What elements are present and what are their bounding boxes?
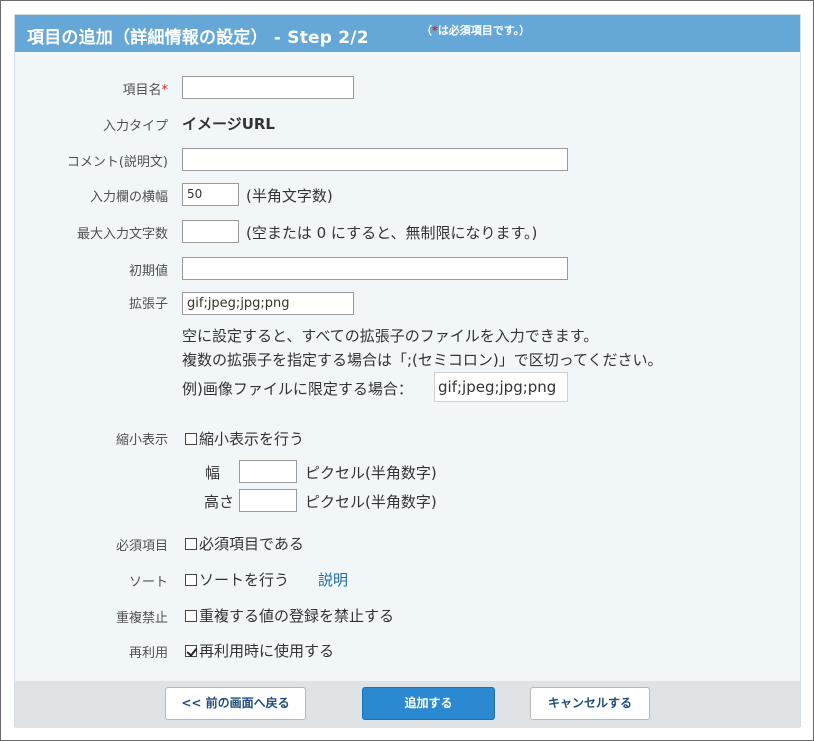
- thumbnail-height-suffix: ピクセル(半角数字): [305, 493, 437, 511]
- extension-example-label: 例)画像ファイルに限定する場合：: [182, 380, 413, 398]
- field-name-label: 項目名*: [122, 79, 168, 98]
- required-note: （*は必須項目です。）: [421, 22, 530, 38]
- form-panel: 項目の追加（詳細情報の設定） - Step 2/2 （*は必須項目です。） 項目…: [14, 14, 801, 728]
- max-chars-label: 最大入力文字数: [76, 227, 168, 242]
- cancel-button[interactable]: キャンセルする: [530, 687, 650, 720]
- thumbnail-width-label: 幅: [205, 464, 221, 482]
- duplicate-label: 重複禁止: [115, 611, 168, 626]
- add-button[interactable]: 追加する: [362, 687, 495, 720]
- reuse-label: 再利用: [128, 646, 168, 661]
- extension-example-value: gif;jpeg;jpg;png: [434, 372, 568, 402]
- extension-label: 拡張子: [128, 297, 168, 312]
- thumbnail-checkbox[interactable]: [185, 433, 197, 445]
- page-header: 項目の追加（詳細情報の設定） - Step 2/2 （*は必須項目です。）: [15, 15, 800, 52]
- field-width-suffix: (半角文字数): [246, 187, 333, 205]
- sort-checkbox[interactable]: [185, 574, 197, 586]
- max-chars-suffix: (空または 0 にすると、無制限になります。): [246, 224, 538, 242]
- field-width-label: 入力欄の横幅: [89, 190, 168, 205]
- field-name-input[interactable]: [182, 76, 354, 99]
- back-button[interactable]: << 前の画面へ戻る: [165, 687, 306, 720]
- sort-checkbox-label: ソートを行う: [199, 571, 290, 589]
- thumbnail-height-label: 高さ: [204, 493, 235, 511]
- required-checkbox[interactable]: [185, 538, 197, 550]
- input-type-value: イメージURL: [182, 115, 275, 133]
- duplicate-checkbox-label: 重複する値の登録を禁止する: [199, 607, 395, 625]
- field-width-input[interactable]: 50: [182, 183, 239, 206]
- required-option[interactable]: 必須項目である: [185, 533, 304, 554]
- initial-value-input[interactable]: [182, 257, 568, 280]
- required-note-text: は必須項目です。）: [437, 24, 531, 37]
- footer-bar: << 前の画面へ戻る 追加する キャンセルする: [15, 681, 800, 728]
- duplicate-checkbox[interactable]: [185, 610, 197, 622]
- reuse-checkbox[interactable]: [185, 645, 197, 657]
- sort-option[interactable]: ソートを行う: [185, 569, 289, 590]
- thumbnail-checkbox-label: 縮小表示を行う: [199, 430, 305, 448]
- comment-input[interactable]: [182, 148, 568, 171]
- comment-label: コメント(説明文): [66, 155, 168, 170]
- required-label: 必須項目: [115, 539, 168, 554]
- window-frame: 項目の追加（詳細情報の設定） - Step 2/2 （*は必須項目です。） 項目…: [0, 0, 814, 741]
- duplicate-option[interactable]: 重複する値の登録を禁止する: [185, 605, 394, 626]
- thumbnail-label: 縮小表示: [115, 433, 168, 448]
- required-checkbox-label: 必須項目である: [199, 535, 304, 553]
- thumbnail-width-input[interactable]: [239, 460, 297, 483]
- reuse-option[interactable]: 再利用時に使用する: [185, 640, 334, 661]
- extension-help-2: 複数の拡張子を指定する場合は「;(セミコロン)」で区切ってください。: [182, 351, 663, 369]
- extension-input[interactable]: gif;jpeg;jpg;png: [182, 292, 354, 315]
- sort-help-link[interactable]: 説明: [318, 569, 348, 590]
- field-name-label-text: 項目名: [122, 83, 162, 98]
- thumbnail-option[interactable]: 縮小表示を行う: [185, 428, 304, 449]
- sort-label: ソート: [128, 575, 168, 590]
- max-chars-input[interactable]: [182, 220, 239, 243]
- input-type-label: 入力タイプ: [102, 119, 168, 134]
- thumbnail-width-suffix: ピクセル(半角数字): [305, 464, 437, 482]
- page-title: 項目の追加（詳細情報の設定） - Step 2/2: [27, 28, 369, 48]
- thumbnail-height-input[interactable]: [239, 489, 297, 512]
- required-note-open: （: [421, 24, 432, 37]
- required-mark: *: [161, 83, 169, 98]
- initial-value-label: 初期値: [128, 264, 168, 279]
- reuse-checkbox-label: 再利用時に使用する: [199, 642, 335, 660]
- extension-help-1: 空に設定すると、すべての拡張子のファイルを入力できます。: [182, 327, 599, 345]
